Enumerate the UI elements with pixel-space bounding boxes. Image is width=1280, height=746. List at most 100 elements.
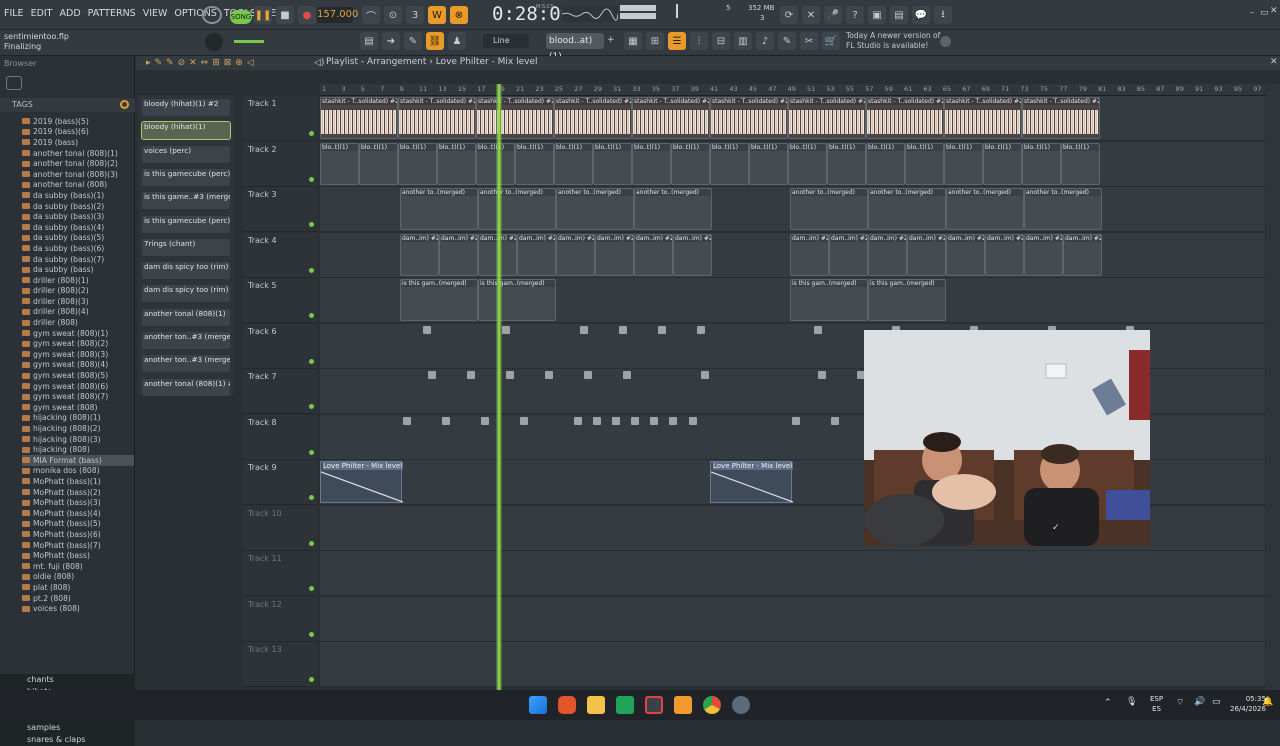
playlist-play-icon[interactable]: ◁)	[314, 58, 324, 68]
browser-item[interactable]: da subby (bass)(2)	[22, 201, 134, 212]
playlist-clip[interactable]: stashkit - T..solidated) #2	[320, 97, 398, 139]
wait-icon[interactable]: ⊙	[384, 6, 402, 24]
playlist-view-icon[interactable]: ☰	[668, 32, 686, 50]
pencil-icon[interactable]: ✎	[404, 32, 422, 50]
playlist-clip[interactable]: another to..(merged)	[478, 188, 556, 230]
note-marker[interactable]	[818, 371, 826, 379]
playlist-clip[interactable]: dam..im) #2	[634, 233, 673, 276]
playlist-clip[interactable]: stashkit - T..solidated) #2	[398, 97, 476, 139]
file-explorer-icon[interactable]	[587, 696, 605, 714]
playlist-clip[interactable]: blo..t)(1)	[1061, 142, 1100, 185]
main-pitch-slider[interactable]	[234, 40, 264, 43]
menu-item-add[interactable]: ADD	[60, 8, 81, 19]
browser-item[interactable]: gym sweat (808)(7)	[22, 391, 134, 402]
playlist-clip[interactable]: dam..im) #2	[868, 233, 907, 276]
chrome-icon[interactable]	[703, 696, 721, 714]
stamp-icon[interactable]: ♟	[448, 32, 466, 50]
playlist-clip[interactable]: stashkit - T..solidated) #2	[944, 97, 1022, 139]
playlist-clip[interactable]: another to..(merged)	[946, 188, 1024, 230]
playlist-clip[interactable]: dam..im) #2	[946, 233, 985, 276]
playlist-clip[interactable]: blo..t)(1)	[866, 142, 905, 185]
browser-item[interactable]: another tonal (808)(3)	[22, 169, 134, 180]
note-marker[interactable]	[689, 416, 697, 425]
playlist-clip[interactable]: blo..t)(1)	[437, 142, 476, 185]
arrow-icon[interactable]: ➜	[382, 32, 400, 50]
download-icon[interactable]: ⭳	[934, 6, 952, 24]
add-pattern-icon[interactable]: +	[607, 35, 615, 45]
note-marker[interactable]	[580, 325, 588, 334]
menu-item-file[interactable]: FILE	[4, 8, 24, 19]
app-icon-red[interactable]	[645, 696, 663, 714]
note-marker[interactable]	[502, 325, 510, 334]
note-marker[interactable]	[814, 325, 822, 334]
playlist-clip[interactable]: blo..t)(1)	[827, 142, 866, 185]
plugin-icon[interactable]: ?	[846, 6, 864, 24]
browser-folder-5[interactable]: snares & claps	[0, 734, 135, 746]
browser-item[interactable]: gym sweat (808)(1)	[22, 328, 134, 339]
track-lane[interactable]	[320, 551, 1265, 596]
browser-item[interactable]: MoPhatt (bass)(7)	[22, 540, 134, 551]
track-mute-led[interactable]	[309, 358, 314, 364]
volume-icon[interactable]: 🔊	[1194, 697, 1205, 707]
playlist-clip[interactable]: is this gam..(merged)	[478, 279, 556, 321]
playlist-clip[interactable]: blo..t)(1)	[1022, 142, 1061, 185]
playlist-clip[interactable]: blo..t)(1)	[749, 142, 788, 185]
browser-item[interactable]: gym sweat (808)(5)	[22, 370, 134, 381]
track-lane[interactable]: stashkit - T..solidated) #2 stashkit - T.…	[320, 96, 1265, 141]
pattern-item[interactable]: is this gamecube (perc) #2	[142, 215, 230, 233]
playlist-clip[interactable]: dam..im) #2	[985, 233, 1024, 276]
browser-item[interactable]: another tonal (808)(2)	[22, 158, 134, 169]
pattern-item[interactable]: is this gamecube (perc)	[142, 168, 230, 186]
playlist-clip[interactable]: dam..im) #2	[517, 233, 556, 276]
song-mode-toggle[interactable]	[202, 6, 222, 24]
browser-item[interactable]: hijacking (808)(3)	[22, 434, 134, 445]
browser-item[interactable]: MoPhatt (bass)(1)	[22, 476, 134, 487]
song-mode-pill[interactable]: SONG	[230, 10, 252, 24]
playlist-clip[interactable]: blo..t)(1)	[983, 142, 1022, 185]
taskbar-clock[interactable]: 05:35 26/4/2026	[1230, 694, 1266, 714]
pattern-item[interactable]: another ton..#3 (merged)	[142, 332, 230, 349]
pattern-item[interactable]: another ton..#3 (merged)	[142, 355, 230, 373]
note-marker[interactable]	[428, 371, 436, 379]
playlist-clip[interactable]: blo..t)(1)	[632, 142, 671, 185]
playlist-clip[interactable]: dam..im) #2	[1063, 233, 1102, 276]
track-header[interactable]: Track 1	[243, 96, 317, 141]
track-mute-led[interactable]	[309, 449, 314, 455]
playlist-clip[interactable]: dam..im) #2	[556, 233, 595, 276]
browser-item[interactable]: driller (808)	[22, 317, 134, 328]
browser-item[interactable]: MoPhatt (bass)(2)	[22, 487, 134, 498]
playlist-clip[interactable]: stashkit - T..solidated) #2	[476, 97, 554, 139]
track-header[interactable]: Track 4	[243, 232, 317, 278]
browser-item[interactable]: da subby (bass)(7)	[22, 254, 134, 265]
settings-icon[interactable]	[732, 696, 750, 714]
track-mute-led[interactable]	[309, 131, 314, 136]
track-header[interactable]: Track 3	[243, 187, 317, 232]
browser-folder-0[interactable]: chants	[0, 674, 135, 686]
track-lane[interactable]	[320, 642, 1265, 687]
pattern-item[interactable]: another tonal (808)(1)	[142, 308, 230, 326]
snap-mode-select[interactable]: Line	[483, 34, 529, 48]
browser-item[interactable]: monika dos (808)	[22, 466, 134, 477]
browser-item[interactable]: mt. fuji (808)	[22, 561, 134, 572]
playlist-clip[interactable]: blo..t)(1)	[320, 142, 359, 185]
mixer-icon[interactable]: ✕	[802, 6, 820, 24]
browser-item[interactable]: 2019 (bass)(5)	[22, 116, 134, 127]
playlist-clip[interactable]: dam..im) #2	[673, 233, 712, 276]
note-marker[interactable]	[650, 416, 658, 425]
track-lane[interactable]: is this gam..(merged) is this gam..(merge…	[320, 278, 1265, 323]
browser-search-icon[interactable]	[6, 76, 22, 90]
render-icon[interactable]: ▤	[890, 6, 908, 24]
note-marker[interactable]	[619, 325, 627, 334]
track-header[interactable]: Track 9	[243, 460, 317, 505]
playlist-clip[interactable]: dam..im) #2	[829, 233, 868, 276]
plugin-picker-icon[interactable]: ▥	[734, 32, 752, 50]
pattern-item[interactable]: bloody (hihat)(1) #2	[142, 99, 230, 116]
browser-item[interactable]: gym sweat (808)(6)	[22, 381, 134, 392]
playlist-clip[interactable]: stashkit - T..solidated) #2	[554, 97, 632, 139]
track-mute-led[interactable]	[309, 540, 314, 546]
browser-item[interactable]: pt.2 (808)	[22, 593, 134, 604]
browser-item[interactable]: another tonal (808)	[22, 180, 134, 191]
playlist-clip[interactable]: blo..t)(1)	[554, 142, 593, 185]
track-mute-led[interactable]	[309, 267, 314, 273]
master-volume-slider[interactable]	[676, 4, 678, 18]
